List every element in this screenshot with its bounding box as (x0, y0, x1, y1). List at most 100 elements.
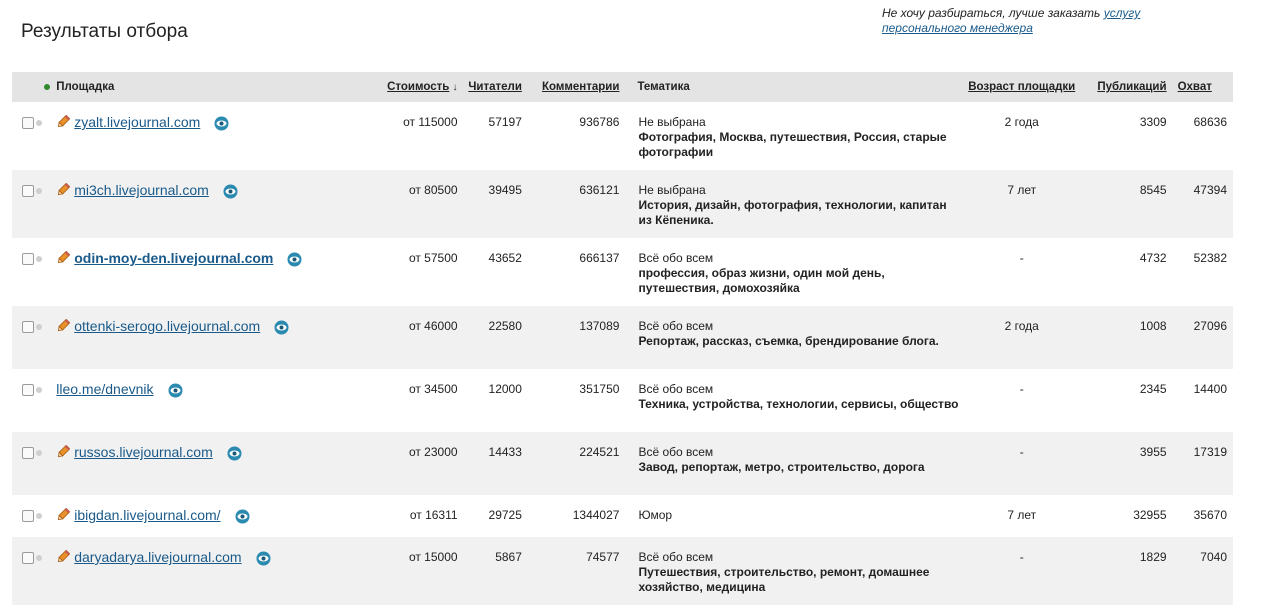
pencil-icon[interactable] (56, 182, 71, 197)
site-link[interactable]: ottenki-serogo.livejournal.com (74, 318, 260, 334)
row-checkbox[interactable] (22, 510, 34, 522)
comments-cell: 74577 (586, 550, 620, 564)
topic-tags: Техника, устройства, технологии, сервисы… (638, 397, 959, 411)
site-cell: russos.livejournal.com (56, 432, 371, 495)
site-link[interactable]: daryadarya.livejournal.com (74, 549, 241, 565)
eye-icon[interactable] (287, 252, 302, 267)
status-dot-icon (36, 256, 43, 262)
status-dot-icon (36, 387, 43, 393)
row-checkbox[interactable] (22, 552, 34, 564)
topic-tags: Репортаж, рассказ, съемка, брендирование… (638, 334, 939, 348)
header-comments[interactable]: Комментарии (528, 72, 626, 102)
topic-category: Не выбрана (638, 183, 706, 197)
sort-age-link[interactable]: Возраст площадки (968, 81, 1075, 93)
header-reach[interactable]: Охват (1173, 72, 1233, 102)
topic-tags: Фотография, Москва, путешествия, Россия,… (638, 130, 947, 159)
row-checkbox[interactable] (22, 384, 34, 396)
site-link[interactable]: russos.livejournal.com (74, 444, 213, 460)
site-link[interactable]: ibigdan.livejournal.com/ (74, 507, 220, 523)
table-row: ibigdan.livejournal.com/от 16311 29725 134… (12, 495, 1233, 537)
site-link[interactable]: odin-moy-den.livejournal.com (74, 250, 273, 266)
row-status-cell (36, 102, 56, 170)
topic-cell: Всё обо всем Техника, устройства, техноло… (625, 369, 961, 432)
table-row: odin-moy-den.livejournal.com от 57500 4365… (12, 238, 1233, 306)
eye-icon[interactable] (235, 509, 250, 524)
header-age[interactable]: Возраст площадки (961, 72, 1082, 102)
comments-cell: 137089 (579, 319, 620, 333)
sort-cost-link[interactable]: Стоимость (387, 81, 449, 93)
readers-cell: 57197 (488, 115, 522, 129)
row-checkbox-cell (12, 102, 36, 170)
eye-icon[interactable] (214, 116, 229, 131)
topic-tags: профессия, образ жизни, один мой день, п… (638, 266, 885, 295)
readers-cell: 22580 (488, 319, 522, 333)
topic-category: Всё обо всем (638, 382, 714, 396)
reach-cell: 27096 (1193, 319, 1227, 333)
sort-reach-link[interactable]: Охват (1178, 81, 1212, 93)
table-row: mi3ch.livejournal.com от 80500 39495 636121… (12, 170, 1233, 238)
topic-category: Всё обо всем (638, 319, 714, 333)
topic-cell: Не выбрана Фотография, Москва, путешестви… (625, 102, 961, 170)
pencil-icon[interactable] (56, 114, 71, 129)
manager-promo: Не хочу разбираться, лучше заказать услу… (882, 6, 1212, 36)
eye-icon[interactable] (168, 383, 183, 398)
header-topic: Тематика (625, 72, 961, 102)
row-checkbox[interactable] (22, 253, 34, 265)
topic-category: Всё обо всем (638, 251, 714, 265)
cost-cell: от 16311 (409, 508, 458, 522)
status-dot-icon (36, 188, 43, 194)
topic-cell: Не выбрана История, дизайн, фотография, т… (625, 170, 961, 238)
table-row: ottenki-serogo.livejournal.com от 46000 22… (12, 306, 1233, 369)
row-status-cell (36, 537, 56, 605)
table-header-row: Площадка Стоимость ↓ Читатели Комментари… (12, 72, 1233, 102)
eye-icon[interactable] (223, 184, 238, 199)
sort-posts-link[interactable]: Публикаций (1097, 81, 1166, 93)
row-checkbox-cell (12, 170, 36, 238)
reach-cell: 35670 (1193, 508, 1227, 522)
results-table: Площадка Стоимость ↓ Читатели Комментари… (12, 72, 1233, 605)
header-posts[interactable]: Публикаций (1082, 72, 1173, 102)
site-link[interactable]: lleo.me/dnevnik (56, 381, 153, 397)
eye-icon[interactable] (274, 320, 289, 335)
age-cell: - (1019, 550, 1024, 564)
row-checkbox-cell (12, 238, 36, 306)
status-dot-icon (36, 555, 43, 561)
row-checkbox-cell (12, 537, 36, 605)
posts-cell: 2345 (1139, 382, 1167, 396)
row-status-cell (36, 238, 56, 306)
site-cell: ottenki-serogo.livejournal.com (56, 306, 371, 369)
row-checkbox-cell (12, 369, 36, 432)
row-checkbox[interactable] (22, 185, 34, 197)
row-checkbox[interactable] (22, 321, 34, 333)
eye-icon[interactable] (256, 551, 271, 566)
header-cost[interactable]: Стоимость ↓ (371, 72, 464, 102)
pencil-icon[interactable] (56, 507, 71, 522)
pencil-icon[interactable] (56, 250, 71, 265)
table-row: lleo.me/dnevnik от 34500 12000 351750 Всё об… (12, 369, 1233, 432)
page-title: Результаты отбора (21, 21, 188, 42)
posts-cell: 3309 (1139, 115, 1167, 129)
site-cell: mi3ch.livejournal.com (56, 170, 371, 238)
header-readers[interactable]: Читатели (464, 72, 528, 102)
pencil-icon[interactable] (56, 318, 71, 333)
row-checkbox-cell (12, 432, 36, 495)
table-row: russos.livejournal.com от 23000 14433 22452… (12, 432, 1233, 495)
row-checkbox[interactable] (22, 117, 34, 129)
readers-cell: 39495 (488, 183, 522, 197)
pencil-icon[interactable] (56, 444, 71, 459)
site-link[interactable]: mi3ch.livejournal.com (74, 182, 209, 198)
reach-cell: 7040 (1200, 550, 1227, 564)
cost-cell: от 34500 (408, 382, 458, 396)
pencil-icon[interactable] (56, 549, 71, 564)
sort-readers-link[interactable]: Читатели (468, 81, 522, 93)
topic-cell: Всё обо всем профессия, образ жизни, один… (625, 238, 961, 306)
topic-tags: Завод, репортаж, метро, строительство, д… (638, 460, 925, 474)
eye-icon[interactable] (227, 446, 242, 461)
row-checkbox[interactable] (22, 447, 34, 459)
comments-cell: 666137 (579, 251, 620, 265)
table-row: zyalt.livejournal.com от 115000 57197 93678… (12, 102, 1233, 170)
age-cell: - (1019, 251, 1024, 265)
row-status-cell (36, 495, 56, 537)
site-link[interactable]: zyalt.livejournal.com (74, 114, 200, 130)
sort-comments-link[interactable]: Комментарии (542, 81, 619, 93)
